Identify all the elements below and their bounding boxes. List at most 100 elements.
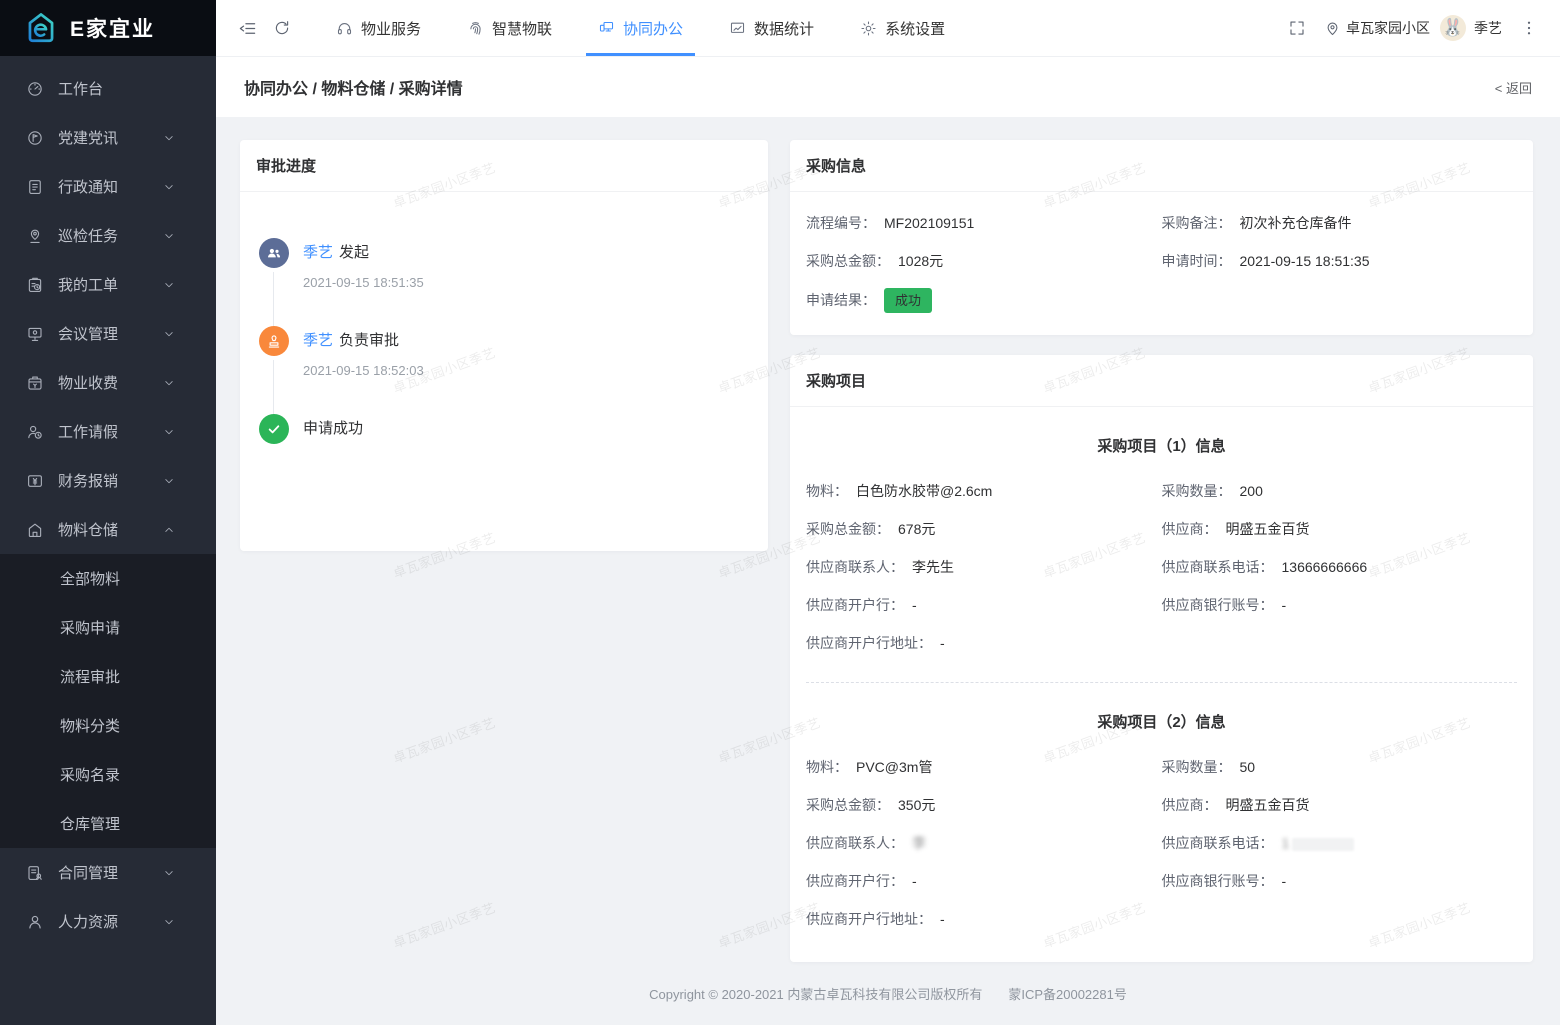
sidebar-subitem-1[interactable]: 采购申请 — [0, 603, 216, 652]
approval-step-time: 2021-09-15 18:52:03 — [303, 362, 752, 380]
approver-name[interactable]: 季艺 — [303, 332, 333, 349]
breadcrumb: 协同办公 / 物料仓储 / 采购详情 — [244, 75, 463, 99]
field-label: 物料： — [806, 483, 848, 499]
community-selector[interactable]: 卓瓦家园小区 — [1324, 18, 1430, 38]
approval-step-action: 发起 — [339, 244, 369, 261]
sidebar-item-9[interactable]: 物料仓储 — [0, 505, 216, 554]
field-label: 供应商联系人： — [806, 559, 904, 575]
meeting-icon — [26, 325, 44, 343]
nav-item-2[interactable]: 协同办公 — [588, 0, 693, 56]
approval-step-time: 2021-09-15 18:51:35 — [303, 274, 752, 292]
headset-icon — [336, 20, 353, 37]
refresh-icon[interactable] — [265, 13, 299, 43]
field-row: 供应商联系人：李 — [806, 832, 1162, 854]
sidebar-item-4[interactable]: 我的工单 — [0, 260, 216, 309]
approver-name[interactable]: 季艺 — [303, 244, 333, 261]
fullscreen-icon[interactable] — [1280, 13, 1314, 43]
sidebar-item-label: 巡检任务 — [58, 225, 118, 246]
approval-step-dot — [259, 414, 289, 444]
field-label: 采购数量： — [1162, 759, 1232, 775]
sidebar-subitem-0[interactable]: 全部物料 — [0, 554, 216, 603]
field-value: 明盛五金百货 — [1226, 797, 1310, 813]
dashboard-icon — [26, 80, 44, 98]
field-label: 供应商： — [1162, 521, 1218, 537]
nav-item-label: 智慧物联 — [492, 18, 552, 39]
sidebar-subitem-3[interactable]: 物料分类 — [0, 701, 216, 750]
field-value: 白色防水胶带@2.6cm — [856, 483, 992, 499]
field-value: 13666666666 — [1282, 559, 1368, 575]
field-label: 供应商银行账号： — [1162, 873, 1274, 889]
field-value: 200 — [1240, 483, 1263, 499]
sidebar-subitem-label: 采购申请 — [60, 617, 120, 638]
field-value: - — [912, 873, 917, 889]
finance-icon — [26, 472, 44, 490]
screens-icon — [598, 20, 615, 37]
chevron-down-icon — [162, 229, 176, 243]
warehouse-icon — [26, 521, 44, 539]
field-value: 678元 — [898, 521, 935, 537]
purchase-items-title: 采购项目 — [806, 370, 866, 391]
location-icon — [1324, 20, 1341, 37]
chevron-down-icon — [162, 425, 176, 439]
sidebar-subitem-label: 采购名录 — [60, 764, 120, 785]
field-label: 采购数量： — [1162, 483, 1232, 499]
field-row: 采购备注：初次补充仓库备件 — [1162, 212, 1518, 234]
field-label: 采购总金额： — [806, 797, 890, 813]
sidebar-item-1[interactable]: 党建党讯 — [0, 113, 216, 162]
sidebar-item-11[interactable]: 人力资源 — [0, 897, 216, 946]
user-menu[interactable]: 🐰 季艺 — [1440, 15, 1502, 41]
nav-item-label: 协同办公 — [623, 18, 683, 39]
sidebar-item-label: 财务报销 — [58, 470, 118, 491]
purchase-item-fields: 物料：PVC@3m管采购数量：50采购总金额：350元供应商：明盛五金百货供应商… — [790, 756, 1533, 934]
sidebar-item-label: 合同管理 — [58, 862, 118, 883]
sidebar-subitem-5[interactable]: 仓库管理 — [0, 799, 216, 848]
chevron-down-icon — [162, 915, 176, 929]
field-row: 供应商： 明盛五金百货 — [1162, 518, 1518, 540]
field-value: MF202109151 — [884, 215, 974, 231]
nav-item-1[interactable]: 智慧物联 — [457, 0, 562, 56]
field-value: - — [1282, 873, 1287, 889]
nav-item-3[interactable]: 数据统计 — [719, 0, 824, 56]
field-row: 供应商银行账号：- — [1162, 870, 1518, 892]
sidebar-item-6[interactable]: 物业收费 — [0, 358, 216, 407]
sidebar-item-5[interactable]: 会议管理 — [0, 309, 216, 358]
field-row: 采购总金额：678元 — [806, 518, 1162, 540]
sidebar-subitem-4[interactable]: 采购名录 — [0, 750, 216, 799]
community-name: 卓瓦家园小区 — [1346, 18, 1430, 38]
chevron-down-icon — [162, 866, 176, 880]
field-row: 采购总金额：1028元 — [806, 250, 1162, 272]
item-divider — [806, 682, 1517, 683]
sidebar-submenu: 全部物料采购申请流程审批物料分类采购名录仓库管理 — [0, 554, 216, 848]
field-label: 供应商开户行地址： — [806, 911, 932, 927]
avatar: 🐰 — [1440, 15, 1466, 41]
refresh-icon — [273, 19, 291, 37]
notice-icon — [26, 178, 44, 196]
nav-item-4[interactable]: 系统设置 — [850, 0, 955, 56]
sidebar-item-3[interactable]: 巡检任务 — [0, 211, 216, 260]
sidebar-item-8[interactable]: 财务报销 — [0, 456, 216, 505]
nav-item-0[interactable]: 物业服务 — [326, 0, 431, 56]
field-value: 明盛五金百货 — [1226, 521, 1310, 537]
sidebar-subitem-2[interactable]: 流程审批 — [0, 652, 216, 701]
field-value: 50 — [1240, 759, 1256, 775]
menu-collapse-icon[interactable] — [230, 13, 265, 44]
chevron-down-icon — [162, 376, 176, 390]
sidebar-item-0[interactable]: 工作台 — [0, 64, 216, 113]
sidebar-item-2[interactable]: 行政通知 — [0, 162, 216, 211]
sidebar-item-7[interactable]: 工作请假 — [0, 407, 216, 456]
breadcrumb-bar: 协同办公 / 物料仓储 / 采购详情 < 返回 — [216, 56, 1560, 117]
sidebar-subitem-label: 流程审批 — [60, 666, 120, 687]
field-value: - — [1282, 597, 1287, 613]
more-vertical-icon[interactable] — [1512, 13, 1546, 43]
back-link[interactable]: < 返回 — [1495, 78, 1532, 97]
app-logo[interactable]: E家宜业 — [0, 0, 216, 56]
location-icon — [1324, 20, 1341, 37]
chevron-down-icon — [162, 278, 176, 292]
approval-step-action: 申请成功 — [303, 420, 363, 437]
footer: Copyright © 2020-2021 内蒙古卓瓦科技有限公司版权所有 蒙I… — [216, 984, 1560, 1003]
approval-progress-card: 审批进度 季艺发起2021-09-15 18:51:35季艺负责审批2021-0… — [240, 140, 768, 551]
main-nav: 物业服务 智慧物联 协同办公 数据统计系统设置 — [313, 0, 968, 56]
users-icon — [265, 244, 283, 262]
sidebar-item-10[interactable]: 合同管理 — [0, 848, 216, 897]
fullscreen-icon — [1288, 19, 1306, 37]
